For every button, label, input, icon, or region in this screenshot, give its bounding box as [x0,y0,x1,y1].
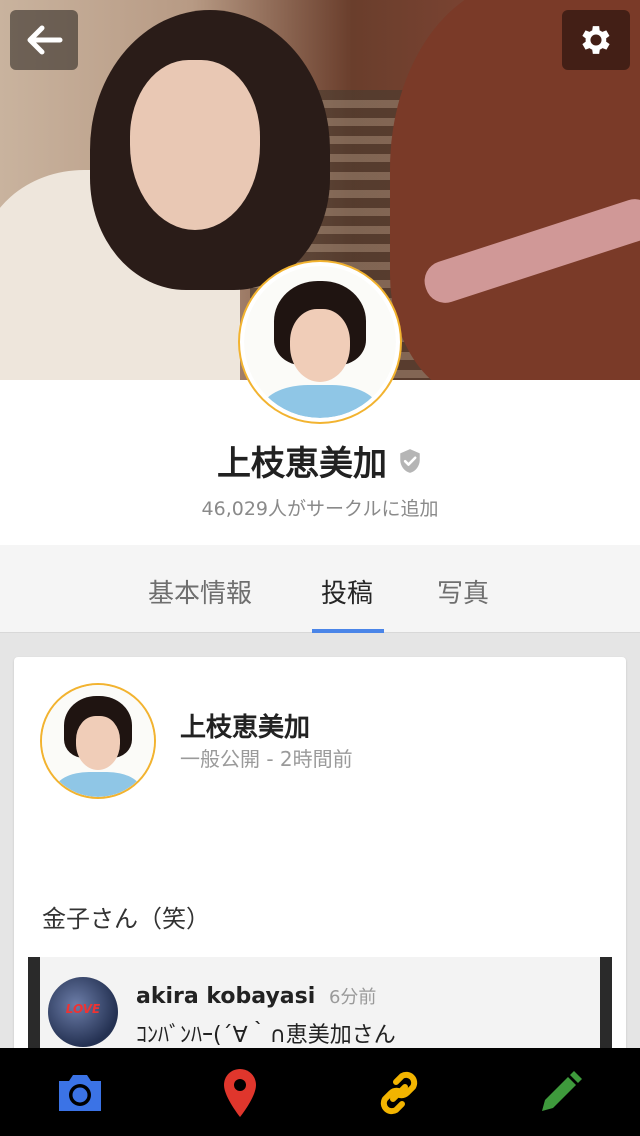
pencil-icon [542,1071,582,1111]
comment-author-avatar[interactable]: LOVE [48,977,118,1047]
followers-count: 46,029人がサークルに追加 [201,498,439,520]
profile-name: 上枝恵美加 [217,444,387,484]
cover-person-face [130,60,260,230]
tab-about[interactable]: 基本情報 [148,573,252,610]
gear-icon [582,26,610,54]
camera-icon [59,1075,101,1111]
back-arrow-icon [27,25,63,55]
location-icon [224,1069,256,1117]
avatar-dress [55,772,141,797]
post-author-avatar[interactable] [42,685,154,797]
camera-button[interactable] [55,1068,105,1118]
post-meta: 一般公開 - 2時間前 [180,747,353,771]
write-post-button[interactable] [535,1068,585,1118]
comment-author-row: akira kobayasi 6分前 [136,983,376,1009]
avatar-photo [42,685,154,797]
link-icon [380,1071,418,1115]
settings-button[interactable] [562,10,630,70]
location-button[interactable] [215,1068,265,1118]
avatar-photo [244,266,396,418]
active-tab-indicator [312,629,384,633]
post-author-name[interactable]: 上枝恵美加 [180,707,310,744]
post-text: 金子さん（笑） [42,905,210,933]
avatar-dress [262,384,378,418]
comment-time: 6分前 [328,987,377,1008]
avatar-face [289,308,351,382]
bottom-action-bar [0,1048,640,1136]
post-card[interactable]: 上枝恵美加 一般公開 - 2時間前 金子さん（笑） LOVE akira kob… [14,657,626,1057]
back-button[interactable] [10,10,78,70]
comment-item[interactable]: LOVE akira kobayasi 6分前 ｺﾝﾊﾞﾝﾊｰ(´∀｀∩恵美加さ… [28,957,612,1057]
comment-text: ｺﾝﾊﾞﾝﾊｰ(´∀｀∩恵美加さん [136,1023,396,1048]
verified-icon [397,448,423,474]
tab-photos[interactable]: 写真 [437,573,489,610]
profile-tabs: 基本情報 投稿 写真 [0,545,640,633]
link-button[interactable] [374,1068,424,1118]
avatar-face [75,716,121,771]
profile-avatar[interactable] [240,262,400,422]
comment-author-name[interactable]: akira kobayasi [136,984,315,1009]
profile-name-row: 上枝恵美加 [0,436,640,485]
avatar-logo: LOVE [65,1002,101,1016]
tab-posts[interactable]: 投稿 [321,573,373,610]
